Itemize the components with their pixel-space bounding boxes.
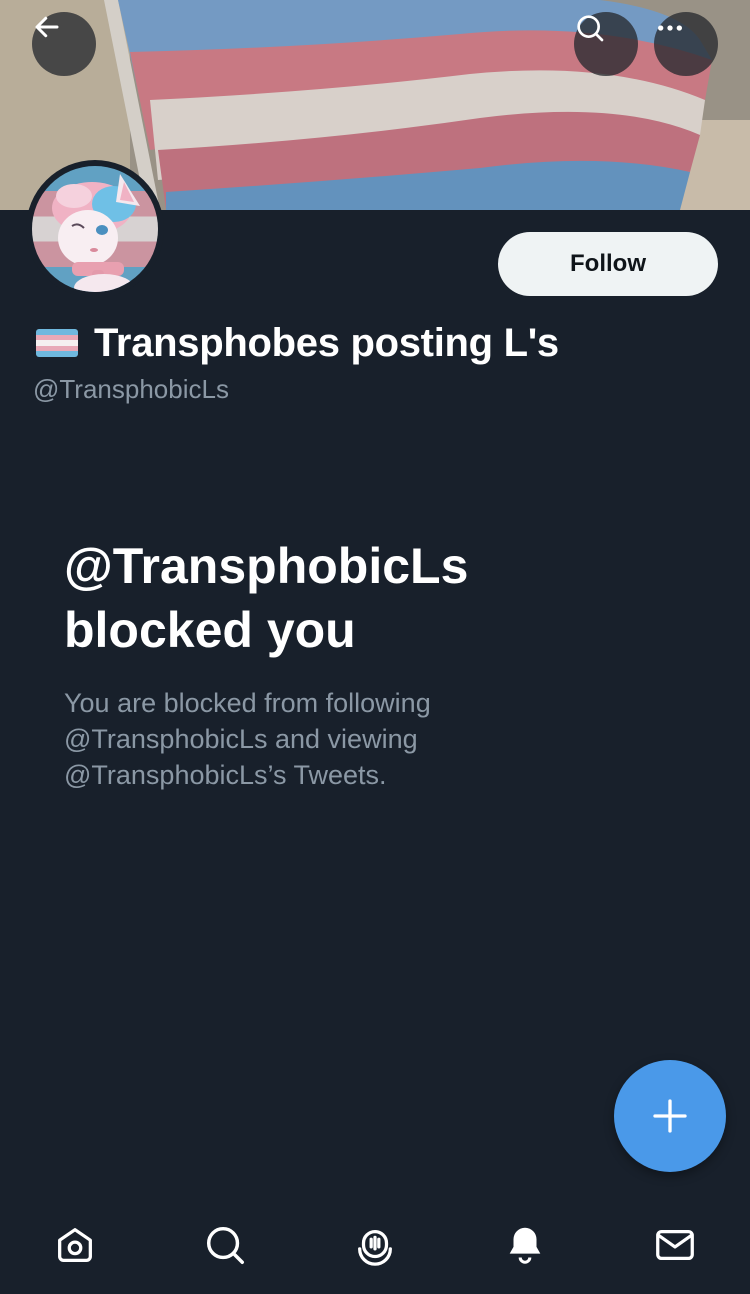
- nav-search[interactable]: [185, 1196, 265, 1294]
- more-horizontal-icon: [658, 25, 682, 31]
- arrow-left-icon: [35, 16, 59, 38]
- search-button[interactable]: [574, 12, 638, 76]
- nav-home[interactable]: [35, 1196, 115, 1294]
- profile-name-row: Transphobes posting L's: [36, 318, 559, 368]
- messages-icon: [656, 1229, 694, 1261]
- blocked-title-line1: @TransphobicLs: [64, 538, 469, 594]
- spaces-icon: [358, 1230, 392, 1266]
- avatar-image: [32, 166, 158, 292]
- blocked-desc-line2: @TransphobicLs and viewing: [64, 724, 418, 754]
- compose-tweet-button[interactable]: [614, 1060, 726, 1172]
- search-icon: [206, 1226, 244, 1264]
- blocked-title-line2: blocked you: [64, 602, 356, 658]
- nav-spaces[interactable]: [335, 1196, 415, 1294]
- back-button[interactable]: [32, 12, 96, 76]
- plus-icon: [653, 1099, 687, 1133]
- blocked-desc-line3: @TransphobicLs’s Tweets.: [64, 760, 387, 790]
- home-icon: [58, 1228, 92, 1262]
- bottom-nav: [0, 1196, 750, 1294]
- avatar[interactable]: [26, 160, 164, 298]
- blocked-desc-line1: You are blocked from following: [64, 688, 431, 718]
- blocked-title: @TransphobicLs blocked you: [64, 534, 684, 662]
- nav-messages[interactable]: [635, 1196, 715, 1294]
- profile-page: Follow Transphobes posting L's @Transpho…: [0, 0, 750, 1294]
- notifications-icon: [509, 1227, 541, 1264]
- search-icon: [577, 15, 604, 42]
- nav-notifications[interactable]: [485, 1196, 565, 1294]
- transgender-flag-emoji: [36, 329, 78, 357]
- more-options-button[interactable]: [654, 12, 718, 76]
- display-name: Transphobes posting L's: [94, 320, 559, 365]
- profile-handle: @TransphobicLs: [33, 374, 229, 404]
- blocked-description: You are blocked from following @Transpho…: [64, 685, 664, 793]
- follow-button[interactable]: Follow: [498, 232, 718, 296]
